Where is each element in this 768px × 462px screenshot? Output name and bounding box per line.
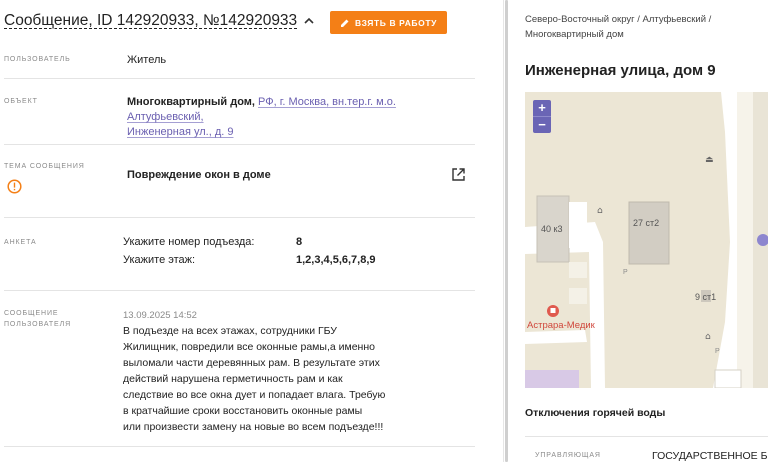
object-address-title: Инженерная улица, дом 9 bbox=[525, 62, 716, 79]
message-line: действий нарушена герметичность рам и ка… bbox=[123, 373, 343, 385]
message-line: следствие во все окна дует и попадает вл… bbox=[123, 389, 386, 401]
object-address-link-line2[interactable]: Инженерная ул., д. 9 bbox=[127, 126, 233, 138]
scrollbar-thumb[interactable] bbox=[505, 0, 508, 462]
map-poi-label[interactable]: Астрара-Медик bbox=[527, 320, 595, 331]
zoom-out-button[interactable]: − bbox=[533, 117, 551, 133]
message-panel: Сообщение, ID 142920933, №142920933 ВЗЯТ… bbox=[0, 0, 503, 462]
hot-water-heading: Отключения горячей воды bbox=[525, 407, 666, 419]
svg-text:⏏: ⏏ bbox=[705, 155, 714, 165]
anketa-question: Укажите этаж: bbox=[123, 254, 196, 266]
warning-icon bbox=[7, 179, 22, 194]
take-to-work-label: ВЗЯТЬ В РАБОТУ bbox=[354, 17, 438, 28]
message-line: в кратчайшие сроки восстановить оконные … bbox=[123, 405, 363, 417]
map-label-building: 27 ст2 bbox=[633, 218, 660, 228]
user-value: Житель bbox=[127, 54, 167, 66]
message-line: Жилищник, повредили все оконные рамы,а и… bbox=[123, 341, 375, 353]
take-to-work-button[interactable]: ВЗЯТЬ В РАБОТУ bbox=[330, 11, 447, 34]
external-link-icon[interactable] bbox=[451, 167, 466, 182]
divider bbox=[4, 78, 475, 79]
map-parking-label: P bbox=[623, 269, 628, 276]
topic-value: Повреждение окон в доме bbox=[127, 169, 271, 181]
object-label: ОБЪЕКТ bbox=[4, 98, 38, 105]
user-label: ПОЛЬЗОВАТЕЛЬ bbox=[4, 56, 71, 63]
map-zoom-control: + − bbox=[533, 100, 551, 133]
message-line: или произвести замену на новые во всем п… bbox=[123, 421, 384, 433]
message-text: В подъезде на всех этажах, сотрудники ГБ… bbox=[123, 323, 393, 435]
message-title[interactable]: Сообщение, ID 142920933, №142920933 bbox=[4, 12, 297, 30]
message-label-line1: СООБЩЕНИЕ bbox=[4, 310, 59, 317]
divider bbox=[4, 144, 475, 145]
manager-value: ГОСУДАРСТВЕННОЕ БЮ bbox=[652, 450, 768, 462]
divider bbox=[525, 436, 768, 437]
object-value: Многоквартирный дом, РФ, г. Москва, вн.т… bbox=[127, 95, 467, 140]
map-label-building: 9 ст1 bbox=[695, 292, 717, 302]
object-info-panel: Северо-Восточный округ / Алтуфьевский / … bbox=[509, 0, 768, 462]
breadcrumb-line2[interactable]: Многоквартирный дом bbox=[525, 27, 745, 42]
message-date: 13.09.2025 14:52 bbox=[123, 310, 197, 321]
map[interactable]: ⌂ ⏏ ⌂ 40 к3 27 ст2 9 ст1 Астрара-Медик P… bbox=[525, 92, 768, 388]
map-parking-label: P bbox=[715, 348, 720, 355]
message-header: Сообщение, ID 142920933, №142920933 bbox=[4, 12, 315, 30]
svg-text:⌂: ⌂ bbox=[705, 332, 711, 342]
chevron-up-icon[interactable] bbox=[303, 15, 315, 27]
object-type: Многоквартирный дом, bbox=[127, 96, 255, 108]
topic-label: ТЕМА СООБЩЕНИЯ bbox=[4, 163, 85, 170]
manager-label: УПРАВЛЯЮЩАЯ bbox=[535, 452, 601, 459]
message-line: выломали части деревянных рам. В результ… bbox=[123, 357, 380, 369]
map-canvas[interactable]: ⌂ ⏏ ⌂ bbox=[525, 92, 768, 388]
anketa-answer: 1,2,3,4,5,6,7,8,9 bbox=[296, 254, 376, 266]
breadcrumb: Северо-Восточный округ / Алтуфьевский / … bbox=[525, 12, 745, 42]
divider bbox=[4, 290, 475, 291]
divider bbox=[4, 217, 475, 218]
anketa-label: АНКЕТА bbox=[4, 239, 37, 246]
pencil-icon bbox=[340, 19, 349, 27]
message-label-line2: ПОЛЬЗОВАТЕЛЯ bbox=[4, 321, 72, 328]
anketa-question: Укажите номер подъезда: bbox=[123, 236, 255, 248]
divider bbox=[4, 446, 475, 447]
map-label-building: 40 к3 bbox=[541, 224, 563, 234]
svg-text:⌂: ⌂ bbox=[597, 206, 603, 216]
anketa-answer: 8 bbox=[296, 236, 303, 248]
zoom-in-button[interactable]: + bbox=[533, 100, 551, 116]
breadcrumb-line1[interactable]: Северо-Восточный округ / Алтуфьевский / bbox=[525, 12, 745, 27]
message-line: В подъезде на всех этажах, сотрудники ГБ… bbox=[123, 325, 337, 337]
panel-divider bbox=[503, 0, 504, 462]
